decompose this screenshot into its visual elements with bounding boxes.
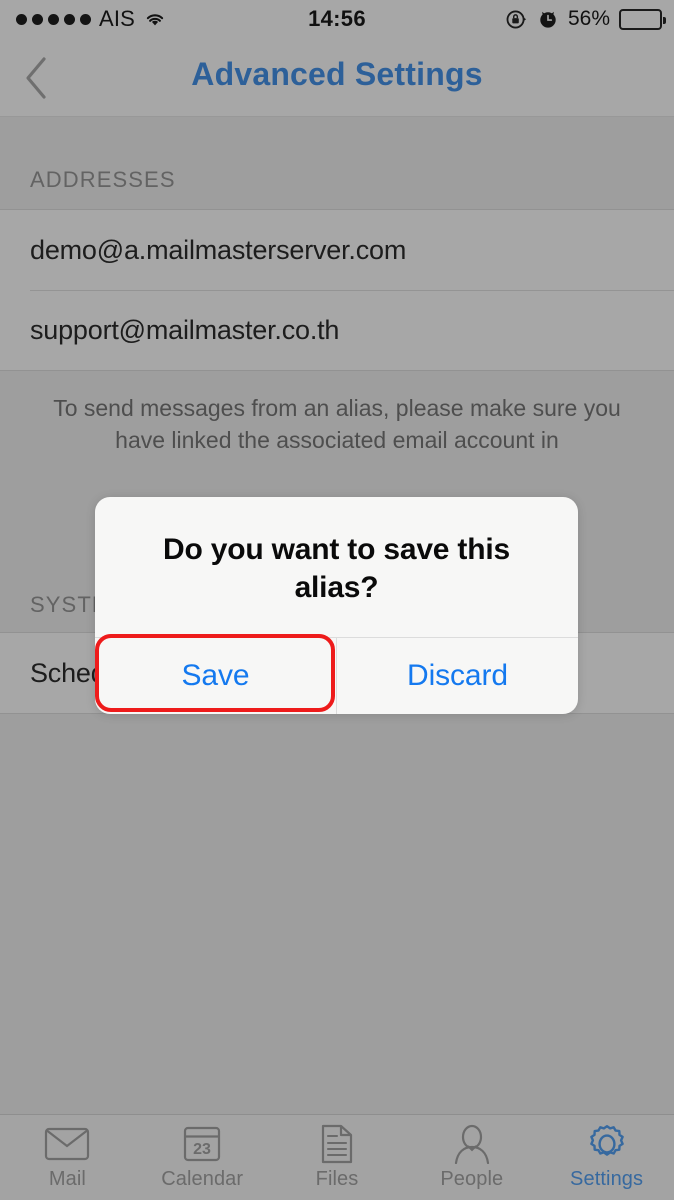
status-bar: AIS 14:56 56% xyxy=(0,0,674,38)
app-screen: mailmastermailmastermailmastermailmaster… xyxy=(0,0,674,1200)
status-bar-right: 56% xyxy=(505,7,666,31)
section-header-addresses: ADDRESSES xyxy=(0,117,674,209)
dialog-title: Do you want to save this alias? xyxy=(163,533,510,604)
tab-calendar[interactable]: 23 Calendar xyxy=(135,1115,270,1200)
tab-mail[interactable]: Mail xyxy=(0,1115,135,1200)
battery-icon xyxy=(619,8,666,30)
page-title: Advanced Settings xyxy=(191,56,483,92)
calendar-icon: 23 xyxy=(183,1124,221,1164)
save-alias-dialog: Do you want to save this alias? Save Dis… xyxy=(95,497,578,714)
svg-text:23: 23 xyxy=(193,1141,211,1158)
discard-button[interactable]: Discard xyxy=(336,637,578,714)
battery-percent-label: 56% xyxy=(567,7,610,30)
addresses-list: demo@a.mailmasterserver.com support@mail… xyxy=(0,209,674,371)
tab-settings[interactable]: Settings xyxy=(539,1115,674,1200)
tab-label: Mail xyxy=(48,1168,86,1190)
save-button[interactable]: Save xyxy=(95,638,336,714)
tab-label: Settings xyxy=(570,1168,644,1190)
dialog-actions: Save Discard xyxy=(95,636,578,714)
address-label: support@mailmaster.co.th xyxy=(30,315,340,345)
tab-label: Files xyxy=(315,1168,359,1190)
tab-people[interactable]: People xyxy=(404,1115,539,1200)
dialog-body: Do you want to save this alias? xyxy=(95,497,578,637)
gear-icon xyxy=(586,1124,628,1164)
navigation-bar: Advanced Settings xyxy=(0,38,674,117)
person-icon xyxy=(453,1124,491,1164)
document-clock-icon xyxy=(320,1124,354,1164)
envelope-icon xyxy=(44,1124,90,1164)
tab-files[interactable]: Files xyxy=(270,1115,405,1200)
addresses-footnote: To send messages from an alias, please m… xyxy=(53,395,621,453)
alarm-clock-icon xyxy=(537,8,559,30)
list-item[interactable]: support@mailmaster.co.th xyxy=(30,290,674,370)
tab-label: People xyxy=(440,1168,504,1190)
address-label: demo@a.mailmasterserver.com xyxy=(30,234,407,265)
rotation-lock-icon xyxy=(505,8,528,31)
tab-label: Calendar xyxy=(161,1168,244,1190)
tab-bar: Mail 23 Calendar Files People Settings xyxy=(0,1114,674,1200)
list-item[interactable]: demo@a.mailmasterserver.com xyxy=(0,210,674,290)
